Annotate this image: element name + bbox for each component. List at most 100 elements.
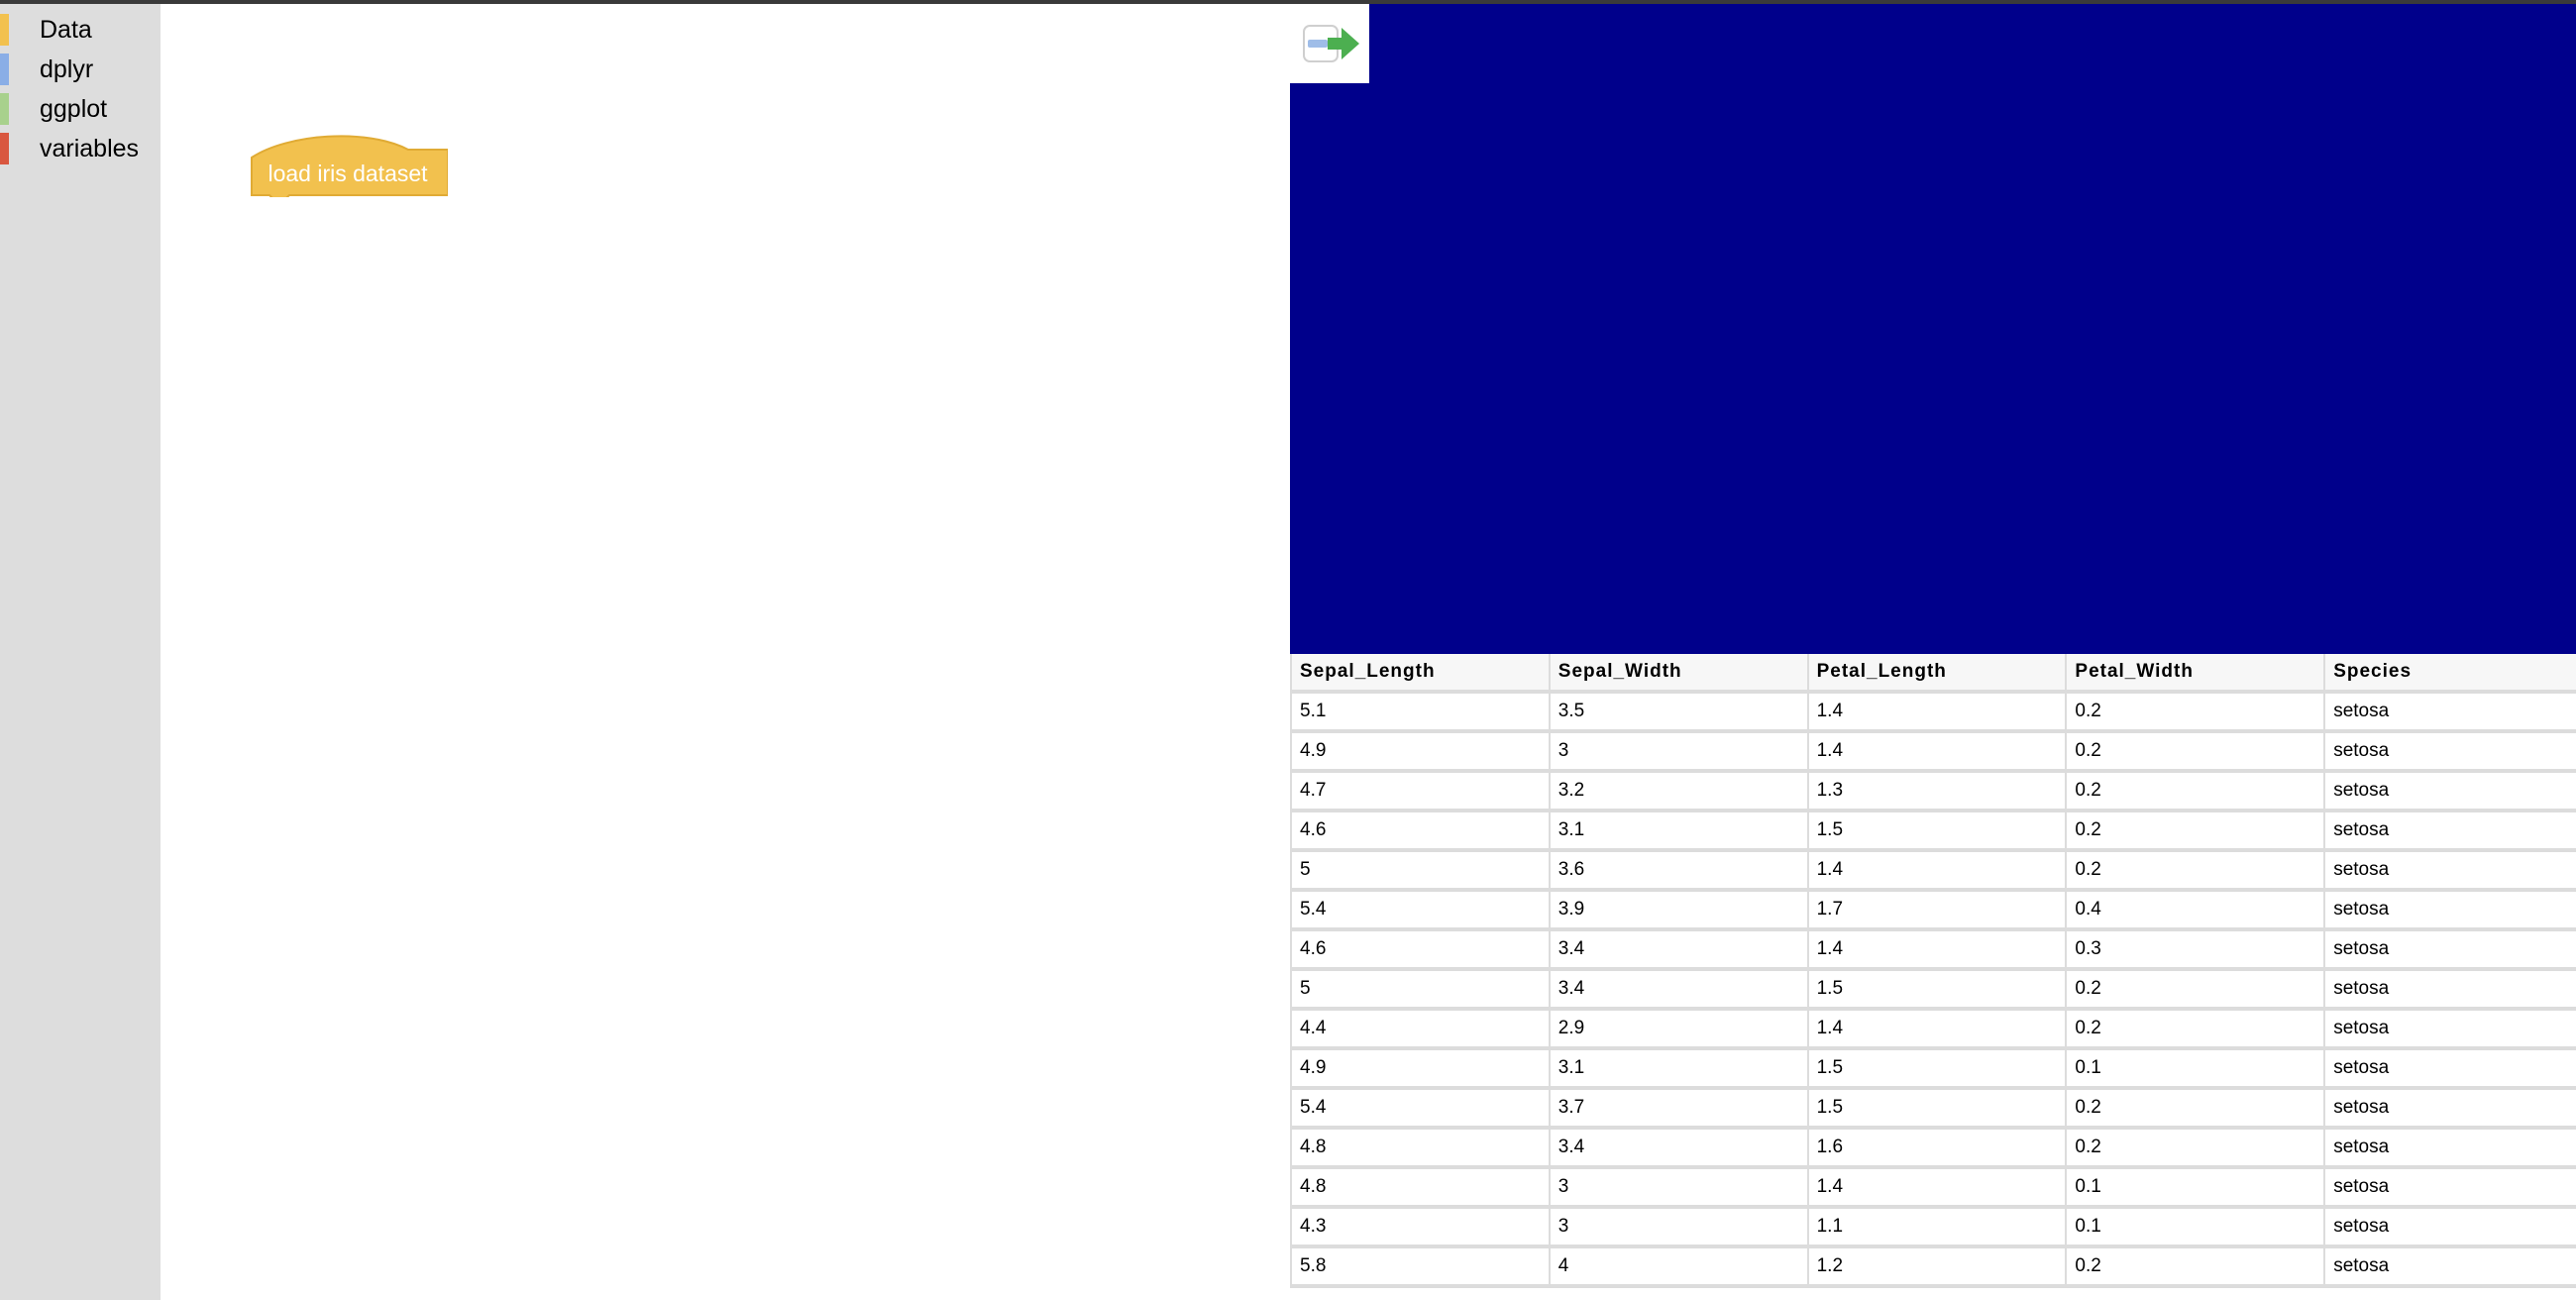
table-cell: 0.2 bbox=[2065, 773, 2324, 812]
column-header[interactable]: Sepal_Width bbox=[1548, 654, 1807, 694]
table-cell: 1.4 bbox=[1806, 733, 2066, 773]
table-cell: setosa bbox=[2323, 1130, 2576, 1169]
table-cell: 5 bbox=[1290, 852, 1549, 892]
table-row: 4.8 3.4 1.6 0.2 setosa bbox=[1290, 1130, 2576, 1169]
column-header[interactable]: Sepal_Length bbox=[1290, 654, 1549, 694]
table-cell: setosa bbox=[2323, 1050, 2576, 1090]
column-header[interactable]: Petal_Length bbox=[1806, 654, 2066, 694]
table-cell: 3 bbox=[1548, 1209, 1807, 1248]
table-row: 4.8 3 1.4 0.1 setosa bbox=[1290, 1169, 2576, 1209]
table-row: 4.9 3.1 1.5 0.1 setosa bbox=[1290, 1050, 2576, 1090]
toolbox-category-label: dplyr bbox=[40, 55, 94, 83]
toolbox-category-label: Data bbox=[40, 16, 92, 44]
table-cell: 3 bbox=[1548, 733, 1807, 773]
table-cell: setosa bbox=[2323, 1248, 2576, 1288]
table-cell: 0.2 bbox=[2065, 852, 2324, 892]
table-cell: 3.6 bbox=[1548, 852, 1807, 892]
table-row: 5 3.6 1.4 0.2 setosa bbox=[1290, 852, 2576, 892]
table-cell: setosa bbox=[2323, 694, 2576, 733]
table-cell: 4.9 bbox=[1290, 733, 1549, 773]
table-cell: setosa bbox=[2323, 931, 2576, 971]
toolbox-category-data[interactable]: Data bbox=[0, 10, 161, 50]
table-cell: 1.7 bbox=[1806, 892, 2066, 931]
table-row: 4.9 3 1.4 0.2 setosa bbox=[1290, 733, 2576, 773]
table-cell: 1.4 bbox=[1806, 694, 2066, 733]
table-row: 5.4 3.9 1.7 0.4 setosa bbox=[1290, 892, 2576, 931]
column-header[interactable]: Species bbox=[2323, 654, 2576, 694]
table-cell: 1.3 bbox=[1806, 773, 2066, 812]
table-cell: 4.9 bbox=[1290, 1050, 1549, 1090]
toolbox-category-ggplot[interactable]: ggplot bbox=[0, 89, 161, 129]
table-cell: 4.8 bbox=[1290, 1169, 1549, 1209]
toolbox-category-label: variables bbox=[40, 135, 140, 162]
table-cell: 5.8 bbox=[1290, 1248, 1549, 1288]
table-cell: 1.2 bbox=[1806, 1248, 2066, 1288]
table-cell: 0.2 bbox=[2065, 1011, 2324, 1050]
table-cell: 0.2 bbox=[2065, 971, 2324, 1011]
table-cell: 1.1 bbox=[1806, 1209, 2066, 1248]
table-cell: 3.5 bbox=[1548, 694, 1807, 733]
table-cell: 0.2 bbox=[2065, 1130, 2324, 1169]
plot-canvas bbox=[1290, 4, 2576, 654]
table-cell: 1.5 bbox=[1806, 812, 2066, 852]
table-row: 4.6 3.4 1.4 0.3 setosa bbox=[1290, 931, 2576, 971]
table-cell: setosa bbox=[2323, 892, 2576, 931]
table-row: 4.3 3 1.1 0.1 setosa bbox=[1290, 1209, 2576, 1248]
table-cell: 5.4 bbox=[1290, 892, 1549, 931]
table-cell: 1.4 bbox=[1806, 931, 2066, 971]
table-cell: 1.6 bbox=[1806, 1130, 2066, 1169]
column-header[interactable]: Petal_Width bbox=[2065, 654, 2324, 694]
table-cell: 0.2 bbox=[2065, 694, 2324, 733]
blockly-toolbox: Data dplyr ggplot variables bbox=[0, 4, 161, 1300]
table-cell: 0.2 bbox=[2065, 1248, 2324, 1288]
table-row: 4.6 3.1 1.5 0.2 setosa bbox=[1290, 812, 2576, 852]
table-cell: 4.6 bbox=[1290, 931, 1549, 971]
table-cell: 4.4 bbox=[1290, 1011, 1549, 1050]
table-cell: setosa bbox=[2323, 1209, 2576, 1248]
category-color-swatch bbox=[0, 54, 9, 85]
table-cell: 4.6 bbox=[1290, 812, 1549, 852]
toolbox-category-dplyr[interactable]: dplyr bbox=[0, 50, 161, 89]
table-cell: 1.5 bbox=[1806, 971, 2066, 1011]
data-table: Sepal_Length Sepal_Width Petal_Length Pe… bbox=[1290, 654, 2576, 1288]
output-panel: Sepal_Length Sepal_Width Petal_Length Pe… bbox=[1290, 4, 2576, 1300]
table-cell: setosa bbox=[2323, 733, 2576, 773]
toolbox-category-variables[interactable]: variables bbox=[0, 129, 161, 168]
load-iris-dataset-block[interactable]: load iris dataset bbox=[248, 130, 448, 197]
table-cell: setosa bbox=[2323, 1090, 2576, 1130]
table-row: 5.8 4 1.2 0.2 setosa bbox=[1290, 1248, 2576, 1288]
blockly-workspace[interactable]: load iris dataset bbox=[161, 4, 1373, 1300]
table-cell: 3.1 bbox=[1548, 812, 1807, 852]
table-cell: setosa bbox=[2323, 1011, 2576, 1050]
table-row: 5 3.4 1.5 0.2 setosa bbox=[1290, 971, 2576, 1011]
table-cell: setosa bbox=[2323, 971, 2576, 1011]
table-cell: 5.1 bbox=[1290, 694, 1549, 733]
table-cell: setosa bbox=[2323, 852, 2576, 892]
table-cell: 2.9 bbox=[1548, 1011, 1807, 1050]
category-color-swatch bbox=[0, 93, 9, 125]
table-cell: 1.4 bbox=[1806, 1011, 2066, 1050]
table-cell: 0.1 bbox=[2065, 1169, 2324, 1209]
table-header-row: Sepal_Length Sepal_Width Petal_Length Pe… bbox=[1290, 654, 2576, 694]
table-row: 4.4 2.9 1.4 0.2 setosa bbox=[1290, 1011, 2576, 1050]
table-cell: 0.2 bbox=[2065, 1090, 2324, 1130]
table-cell: 1.4 bbox=[1806, 852, 2066, 892]
table-cell: 0.2 bbox=[2065, 733, 2324, 773]
table-cell: 0.1 bbox=[2065, 1209, 2324, 1248]
table-cell: 1.5 bbox=[1806, 1090, 2066, 1130]
category-color-swatch bbox=[0, 133, 9, 164]
table-cell: 3.9 bbox=[1548, 892, 1807, 931]
block-label: load iris dataset bbox=[268, 161, 428, 186]
table-cell: 5 bbox=[1290, 971, 1549, 1011]
table-cell: 3.4 bbox=[1548, 931, 1807, 971]
run-button[interactable] bbox=[1290, 4, 1369, 83]
data-table-container[interactable]: Sepal_Length Sepal_Width Petal_Length Pe… bbox=[1290, 654, 2576, 1300]
run-arrow-icon bbox=[1303, 25, 1359, 62]
table-cell: 3.4 bbox=[1548, 1130, 1807, 1169]
table-cell: 4.7 bbox=[1290, 773, 1549, 812]
table-cell: 3.1 bbox=[1548, 1050, 1807, 1090]
table-body: 5.1 3.5 1.4 0.2 setosa 4.9 3 1.4 0.2 setosa 4.7 3.2… bbox=[1290, 694, 2576, 1288]
table-cell: 4.3 bbox=[1290, 1209, 1549, 1248]
table-cell: 5.4 bbox=[1290, 1090, 1549, 1130]
table-cell: 1.4 bbox=[1806, 1169, 2066, 1209]
